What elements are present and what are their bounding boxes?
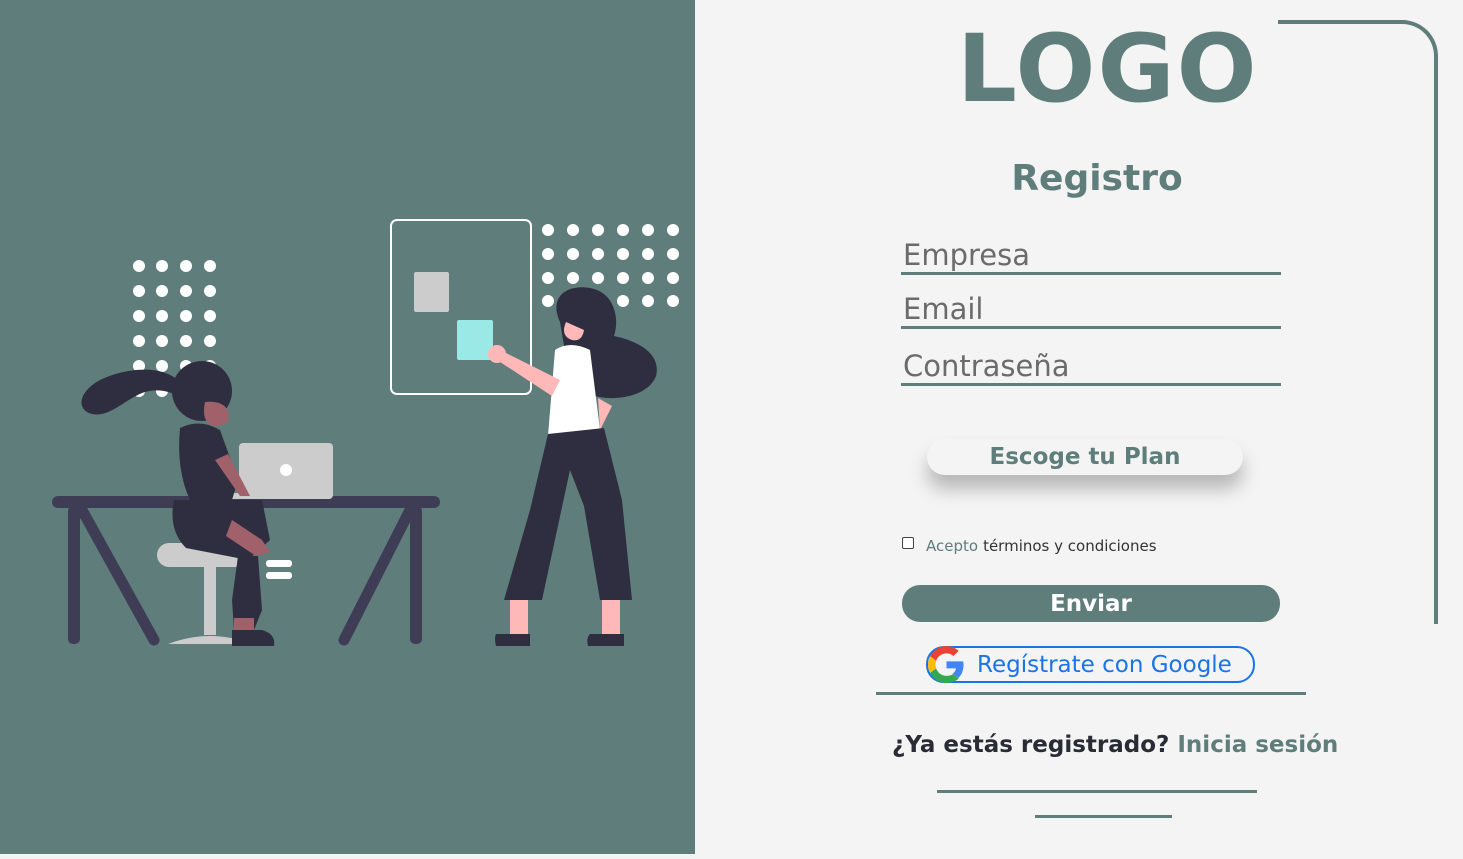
divider [1035, 815, 1172, 818]
google-signup-button[interactable]: Regístrate con Google [926, 646, 1255, 683]
login-question: ¿Ya estás registrado? [892, 732, 1170, 758]
logo: LOGO [957, 15, 1259, 124]
password-field-label: Contraseña [903, 349, 1070, 383]
standing-woman [488, 287, 657, 646]
page-title: Registro [1011, 158, 1183, 199]
login-prompt: ¿Ya estás registrado? Inicia sesión [892, 732, 1338, 758]
terms-accept-label: Acepto [926, 537, 979, 555]
divider [937, 790, 1257, 793]
terms-checkbox[interactable] [902, 537, 914, 549]
google-signup-label: Regístrate con Google [977, 651, 1232, 678]
choose-plan-button[interactable]: Escoge tu Plan [927, 439, 1243, 475]
divider [876, 692, 1306, 695]
people-working-illustration [52, 219, 679, 646]
terms-row: Acepto términos y condiciones [902, 537, 1157, 555]
submit-button[interactable]: Enviar [902, 585, 1280, 622]
email-field-label: Email [903, 292, 984, 326]
company-field-label: Empresa [903, 238, 1030, 272]
password-field[interactable]: Contraseña [901, 349, 1281, 386]
company-field[interactable]: Empresa [901, 238, 1281, 275]
decorative-corner-frame [1278, 20, 1438, 624]
illustration-panel [0, 0, 695, 854]
terms-link[interactable]: términos y condiciones [983, 537, 1156, 555]
email-field[interactable]: Email [901, 292, 1281, 329]
google-icon [928, 646, 964, 683]
login-link[interactable]: Inicia sesión [1177, 732, 1338, 758]
